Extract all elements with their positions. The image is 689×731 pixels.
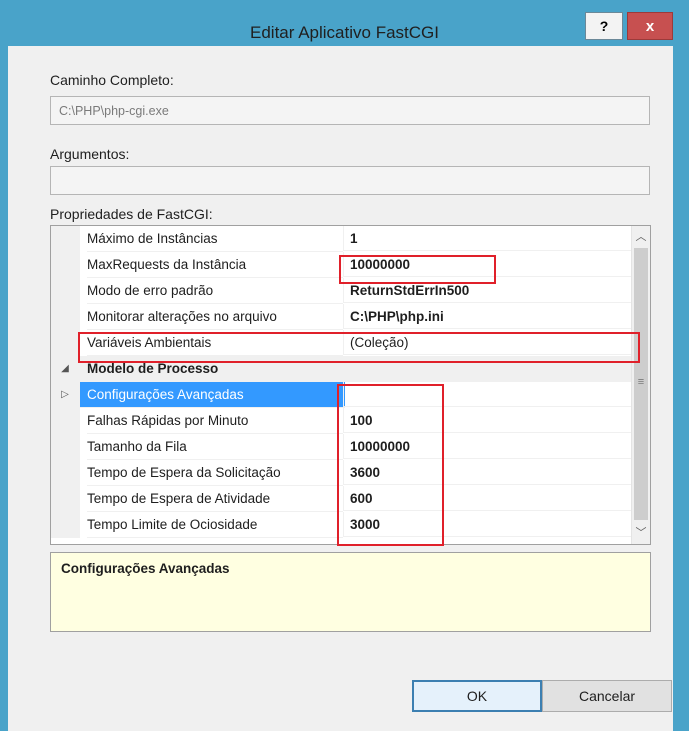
property-name: MaxRequests da Instância <box>87 252 343 278</box>
help-button[interactable]: ? <box>585 12 623 40</box>
property-name: Máximo de Instâncias <box>87 226 343 252</box>
property-value[interactable]: 3600 <box>343 460 631 485</box>
row-gutter <box>51 486 80 512</box>
cancel-button[interactable]: Cancelar <box>542 680 672 712</box>
scrollbar-thumb[interactable]: ≡ <box>634 248 648 520</box>
category-value <box>343 356 631 381</box>
scroll-up-icon[interactable]: ︿ <box>632 228 650 246</box>
property-value[interactable]: 10000000 <box>343 252 631 277</box>
arguments-label: Argumentos: <box>50 146 130 162</box>
property-row-queue-length[interactable]: Tamanho da Fila 10000000 <box>51 434 631 460</box>
property-value[interactable]: 600 <box>343 486 631 511</box>
property-row-request-timeout[interactable]: Tempo de Espera da Solicitação 3600 <box>51 460 631 486</box>
properties-label: Propriedades de FastCGI: <box>50 206 213 222</box>
property-value[interactable]: 100 <box>343 408 631 433</box>
property-row-error-mode[interactable]: Modo de erro padrão ReturnStdErrIn500 <box>51 278 631 304</box>
property-value[interactable]: C:\PHP\php.ini <box>343 304 631 329</box>
row-gutter <box>51 304 80 330</box>
property-name: Falhas Rápidas por Minuto <box>87 408 343 434</box>
property-name: Tempo de Espera de Atividade <box>87 486 343 512</box>
dialog-body: Caminho Completo: C:\PHP\php-cgi.exe Arg… <box>8 46 673 731</box>
property-value[interactable]: 10000000 <box>343 434 631 459</box>
scroll-down-icon[interactable]: ﹀ <box>632 524 650 542</box>
property-row-environment-variables[interactable]: Variáveis Ambientais (Coleção) <box>51 330 631 356</box>
full-path-field[interactable]: C:\PHP\php-cgi.exe <box>50 96 650 125</box>
property-name: Configurações Avançadas <box>80 382 345 408</box>
row-gutter <box>51 512 80 538</box>
collapse-arrow-icon[interactable]: ◢ <box>55 356 75 381</box>
row-gutter <box>51 460 80 486</box>
property-value[interactable]: ReturnStdErrIn500 <box>343 278 631 303</box>
row-gutter <box>51 226 80 252</box>
property-name: Tamanho da Fila <box>87 434 343 460</box>
close-button[interactable]: x <box>627 12 673 40</box>
expand-arrow-icon[interactable]: ▷ <box>55 382 75 407</box>
property-row-monitor-changes[interactable]: Monitorar alterações no arquivo C:\PHP\p… <box>51 304 631 330</box>
property-value[interactable]: 1 <box>343 226 631 251</box>
property-row-activity-timeout[interactable]: Tempo de Espera de Atividade 600 <box>51 486 631 512</box>
property-name: Variáveis Ambientais <box>87 330 343 356</box>
row-gutter <box>51 330 80 356</box>
row-gutter <box>51 252 80 278</box>
property-name: Tempo de Espera da Solicitação <box>87 460 343 486</box>
row-gutter <box>51 408 80 434</box>
property-row-idle-timeout[interactable]: Tempo Limite de Ociosidade 3000 <box>51 512 631 538</box>
description-title: Configurações Avançadas <box>61 561 230 576</box>
grip-icon: ≡ <box>637 376 645 388</box>
full-path-label: Caminho Completo: <box>50 72 174 88</box>
property-value[interactable]: (Coleção) <box>343 330 631 355</box>
property-value[interactable] <box>343 382 631 407</box>
property-name: Monitorar alterações no arquivo <box>87 304 343 330</box>
property-row-max-requests[interactable]: MaxRequests da Instância 10000000 <box>51 252 631 278</box>
category-process-model[interactable]: ◢ Modelo de Processo <box>51 356 631 382</box>
property-row-max-instances[interactable]: Máximo de Instâncias 1 <box>51 226 631 252</box>
ok-button[interactable]: OK <box>412 680 542 712</box>
category-name: Modelo de Processo <box>87 361 219 376</box>
description-panel: Configurações Avançadas <box>50 552 651 632</box>
property-name: Tempo Limite de Ociosidade <box>87 512 343 538</box>
row-gutter <box>51 434 80 460</box>
dialog-window: Editar Aplicativo FastCGI ? x Caminho Co… <box>0 0 689 731</box>
row-gutter <box>51 278 80 304</box>
property-row-advanced-settings[interactable]: ▷ Configurações Avançadas <box>51 382 631 408</box>
property-row-rapid-fails[interactable]: Falhas Rápidas por Minuto 100 <box>51 408 631 434</box>
property-name: Modo de erro padrão <box>87 278 343 304</box>
vertical-scrollbar[interactable]: ︿ ≡ ﹀ <box>631 226 650 544</box>
property-value[interactable]: 3000 <box>343 512 631 537</box>
arguments-field[interactable] <box>50 166 650 195</box>
property-grid: Máximo de Instâncias 1 MaxRequests da In… <box>50 225 651 545</box>
